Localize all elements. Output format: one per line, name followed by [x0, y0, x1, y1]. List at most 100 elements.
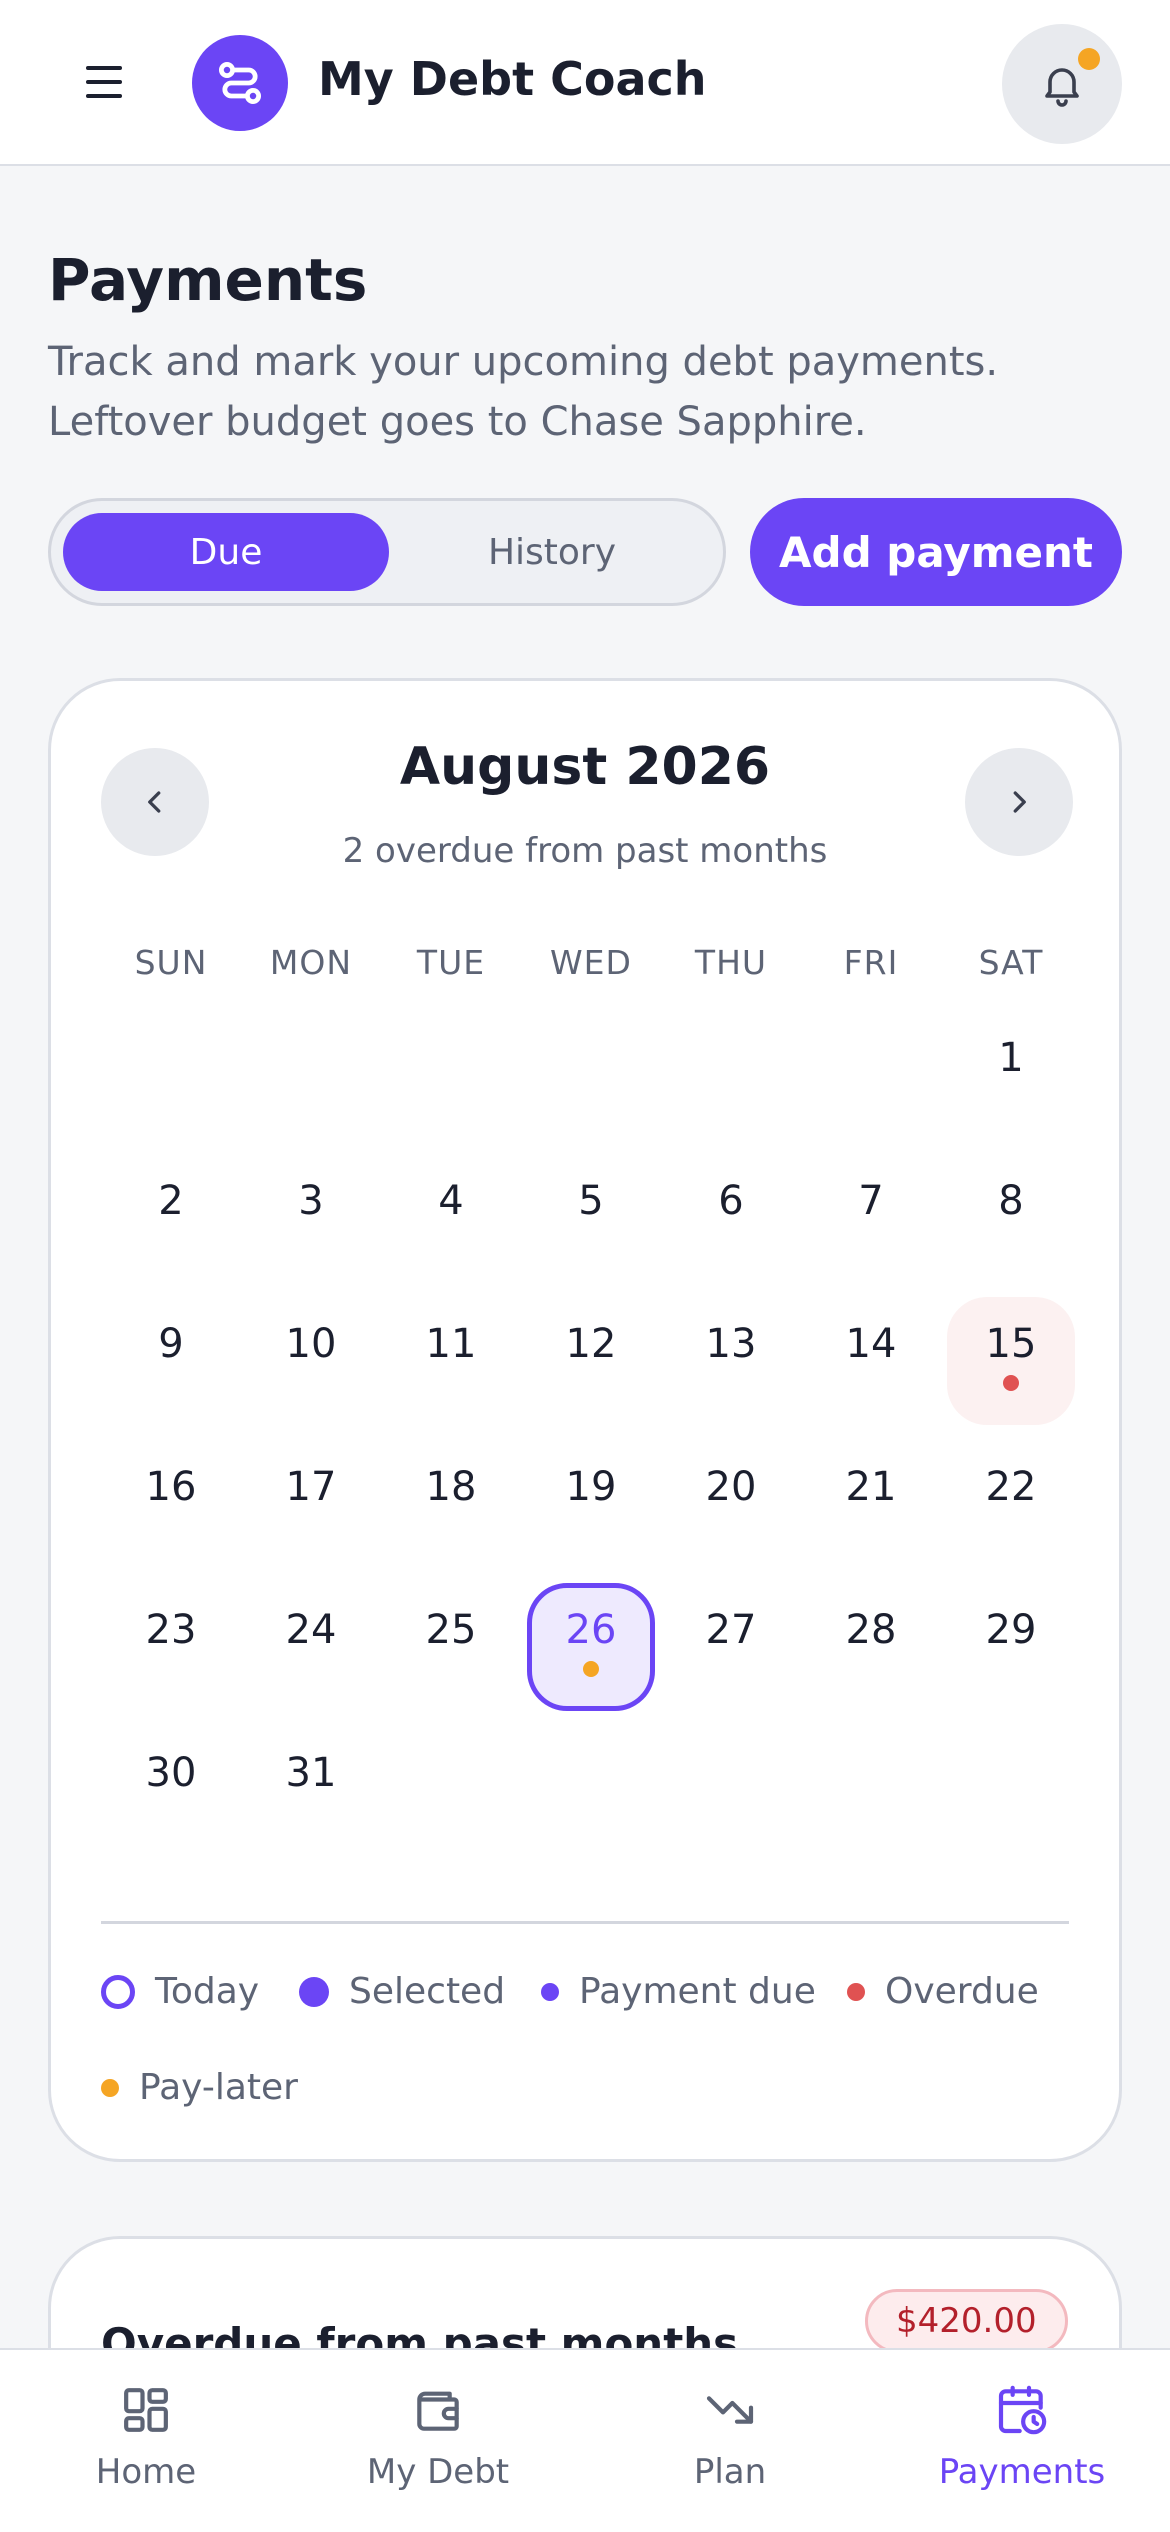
day-number: 24 [285, 1607, 337, 1653]
calendar-day[interactable]: 18 [387, 1440, 515, 1568]
app-logo [192, 35, 288, 131]
day-number: 23 [145, 1607, 197, 1653]
calendar-day[interactable]: 14 [807, 1297, 935, 1425]
divider [101, 1921, 1069, 1924]
nav-home-label: Home [95, 2452, 197, 2492]
weekday-header: SUN MON TUE WED THU FRI SAT [101, 943, 1081, 993]
day-number: 15 [985, 1321, 1037, 1367]
calendar-day[interactable]: 4 [387, 1154, 515, 1282]
day-number: 29 [985, 1607, 1037, 1653]
calendar-day-selected[interactable]: 26 [527, 1583, 655, 1711]
nav-payments-label: Payments [938, 2452, 1106, 2492]
calendar-day[interactable]: 30 [107, 1726, 235, 1854]
legend-today-label: Today [155, 1971, 260, 2012]
calendar-day[interactable]: 17 [247, 1440, 375, 1568]
notification-dot [1078, 48, 1100, 70]
legend-payment-due: Payment due [541, 1971, 816, 2012]
day-number: 3 [298, 1178, 324, 1224]
overdue-note: 2 overdue from past months [342, 831, 828, 871]
route-icon [218, 61, 262, 105]
calendar-day[interactable]: 3 [247, 1154, 375, 1282]
calendar-day[interactable]: 8 [947, 1154, 1075, 1282]
day-number: 5 [578, 1178, 604, 1224]
calendar-day[interactable]: 6 [667, 1154, 795, 1282]
calendar-day[interactable]: 7 [807, 1154, 935, 1282]
day-number: 11 [425, 1321, 477, 1367]
calendar-day[interactable]: 21 [807, 1440, 935, 1568]
calendar-day[interactable]: 27 [667, 1583, 795, 1711]
day-number: 10 [285, 1321, 337, 1367]
weekday-label: SAT [978, 943, 1044, 982]
weekday-label: FRI [843, 943, 899, 982]
today-ring-icon [101, 1974, 135, 2009]
day-number: 13 [705, 1321, 757, 1367]
nav-plan[interactable]: Plan [584, 2350, 876, 2532]
app-title: My Debt Coach [318, 52, 707, 106]
wallet-icon [417, 2391, 459, 2431]
overdue-amount-badge: $420.00 [865, 2289, 1068, 2353]
app-header: My Debt Coach [0, 0, 1170, 166]
calendar-day[interactable]: 31 [247, 1726, 375, 1854]
calendar-day[interactable]: 9 [107, 1297, 235, 1425]
due-history-toggle: Due History [48, 498, 726, 606]
tab-history[interactable]: History [389, 513, 715, 591]
calendar-day[interactable]: 12 [527, 1297, 655, 1425]
calendar-day[interactable]: 1 [947, 1011, 1075, 1139]
calendar-day[interactable]: 20 [667, 1440, 795, 1568]
nav-payments[interactable]: Payments [876, 2350, 1168, 2532]
calendar-day[interactable]: 29 [947, 1583, 1075, 1711]
calendar-day[interactable]: 24 [247, 1583, 375, 1711]
payment-due-dot-icon [541, 1982, 559, 2001]
notifications-button[interactable] [1002, 24, 1122, 144]
calendar-day[interactable]: 23 [107, 1583, 235, 1711]
calendar-day-overdue[interactable]: 15 [947, 1297, 1075, 1425]
day-number: 17 [285, 1464, 337, 1510]
calendar-day[interactable]: 13 [667, 1297, 795, 1425]
calendar-day[interactable]: 10 [247, 1297, 375, 1425]
nav-my-debt[interactable]: My Debt [292, 2350, 584, 2532]
calendar-card: August 2026 2 overdue from past months S… [48, 678, 1122, 2162]
calendar-day[interactable]: 19 [527, 1440, 655, 1568]
page-subtitle: Track and mark your upcoming debt paymen… [48, 339, 999, 445]
selected-dot-icon [299, 1976, 329, 2007]
menu-icon-bar [86, 80, 122, 84]
calendar-day[interactable]: 2 [107, 1154, 235, 1282]
month-title: August 2026 [399, 737, 771, 797]
day-number: 4 [438, 1178, 464, 1224]
day-number: 21 [845, 1464, 897, 1510]
day-number: 19 [565, 1464, 617, 1510]
calendar-day[interactable]: 11 [387, 1297, 515, 1425]
calendar-day[interactable]: 16 [107, 1440, 235, 1568]
calendar-legend: Today Selected Payment due Overdue Pay-l… [101, 1971, 1081, 2171]
day-number: 31 [285, 1750, 337, 1796]
calendar-day[interactable]: 22 [947, 1440, 1075, 1568]
next-month-button[interactable] [965, 748, 1073, 856]
tab-due[interactable]: Due [63, 513, 389, 591]
calendar-day[interactable]: 5 [527, 1154, 655, 1282]
legend-overdue-label: Overdue [885, 1971, 1039, 2012]
legend-pay-later-label: Pay-later [139, 2067, 298, 2108]
dashboard-icon [124, 2388, 168, 2432]
weekday-label: MON [269, 943, 353, 982]
pay-later-dot [583, 1661, 599, 1677]
weekday-label: TUE [416, 943, 486, 982]
calendar-day[interactable]: 25 [387, 1583, 515, 1711]
chevron-right-icon [1013, 791, 1026, 813]
weekday-label: WED [550, 943, 632, 982]
nav-plan-label: Plan [693, 2452, 767, 2492]
calendar-day[interactable]: 28 [807, 1583, 935, 1711]
menu-icon-bar [86, 94, 122, 98]
day-number: 18 [425, 1464, 477, 1510]
add-payment-button[interactable]: Add payment [750, 498, 1122, 606]
day-number: 6 [718, 1178, 744, 1224]
day-number: 16 [145, 1464, 197, 1510]
calendar-clock-icon [998, 2385, 1047, 2435]
menu-button[interactable] [70, 58, 134, 106]
nav-home[interactable]: Home [0, 2350, 292, 2532]
day-number: 30 [145, 1750, 197, 1796]
legend-pay-later: Pay-later [101, 2067, 298, 2108]
day-number: 20 [705, 1464, 757, 1510]
bell-icon [1045, 68, 1079, 107]
calendar-grid: 1 2 3 4 5 6 7 8 9 10 11 12 13 14 15 16 17 18 19 20 21 22 23 24 2… [101, 1011, 1081, 1881]
pay-later-dot-icon [101, 2078, 119, 2097]
